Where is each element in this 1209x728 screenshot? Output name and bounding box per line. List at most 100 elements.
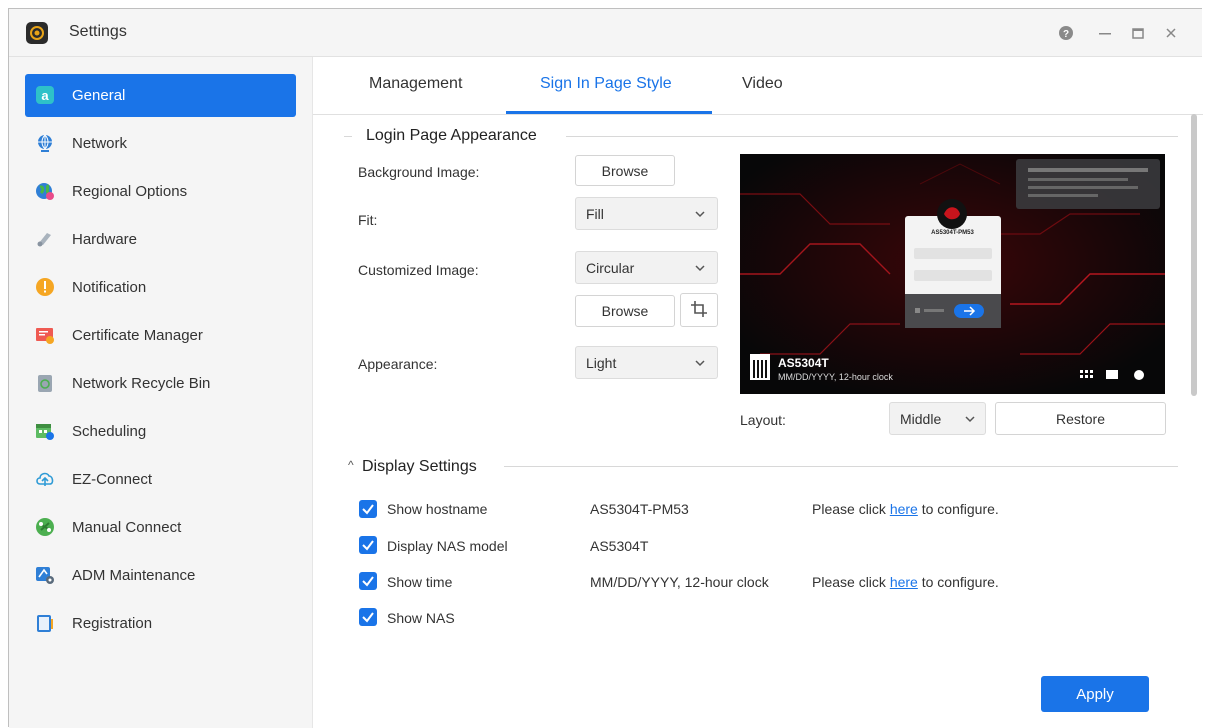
browse-background-button[interactable]: Browse bbox=[575, 155, 675, 186]
hostname-hint: Please click here to configure. bbox=[812, 501, 999, 517]
crop-icon bbox=[689, 299, 709, 322]
show-time-checkbox[interactable] bbox=[359, 572, 377, 590]
tab-video[interactable]: Video bbox=[742, 75, 783, 93]
window-title: Settings bbox=[69, 23, 127, 40]
layout-value: Middle bbox=[900, 411, 942, 427]
section-divider bbox=[504, 466, 1178, 467]
connect-icon bbox=[35, 517, 55, 537]
chevron-down-icon bbox=[693, 261, 707, 275]
sidebar-item-certificate-manager[interactable]: Certificate Manager bbox=[25, 314, 296, 357]
regional-icon bbox=[35, 181, 55, 201]
restore-button[interactable]: Restore bbox=[995, 402, 1166, 435]
layout-label: Layout: bbox=[740, 412, 786, 428]
sidebar-item-label: Network Recycle Bin bbox=[72, 375, 211, 392]
fit-value: Fill bbox=[586, 206, 604, 222]
hint-text: to configure. bbox=[917, 501, 999, 517]
section-divider bbox=[566, 136, 1178, 137]
sidebar-item-scheduling[interactable]: Scheduling bbox=[25, 410, 296, 453]
customized-image-select[interactable]: Circular bbox=[575, 251, 718, 284]
chevron-down-icon bbox=[693, 356, 707, 370]
chevron-down-icon bbox=[693, 207, 707, 221]
fit-label: Fit: bbox=[358, 212, 378, 228]
sidebar-item-regional-options[interactable]: Regional Options bbox=[25, 170, 296, 213]
browse-customized-button[interactable]: Browse bbox=[575, 295, 675, 327]
show-nas-label: Show NAS bbox=[387, 610, 455, 626]
cloud-icon bbox=[35, 469, 55, 489]
calendar-icon bbox=[35, 421, 55, 441]
sidebar-item-network[interactable]: Network bbox=[25, 122, 296, 165]
layout-select[interactable]: Middle bbox=[889, 402, 986, 435]
tab-sign-in-page-style[interactable]: Sign In Page Style bbox=[540, 75, 672, 93]
customized-image-label: Customized Image: bbox=[358, 262, 479, 278]
sidebar-item-adm-maintenance[interactable]: ADM Maintenance bbox=[25, 554, 296, 597]
hostname-value: AS5304T-PM53 bbox=[590, 501, 689, 517]
sidebar-item-label: Manual Connect bbox=[72, 519, 182, 536]
recycle-bin-icon bbox=[35, 373, 55, 393]
svg-text:?: ? bbox=[1063, 29, 1069, 40]
configure-hostname-link[interactable]: here bbox=[890, 501, 918, 517]
sidebar-item-label: Certificate Manager bbox=[72, 327, 203, 344]
notification-icon bbox=[35, 277, 55, 297]
certificate-icon bbox=[35, 325, 55, 345]
hint-text: to configure. bbox=[917, 574, 999, 590]
nas-model-value: AS5304T bbox=[590, 538, 649, 554]
login-page-preview: AS5304T-PM53 AS5304T MM/DD/YYYY, 12-hour… bbox=[740, 154, 1165, 394]
title-bar: Settings ? bbox=[9, 9, 1202, 57]
general-icon: a bbox=[35, 85, 55, 105]
appearance-label: Appearance: bbox=[358, 356, 438, 372]
sidebar-item-network-recycle-bin[interactable]: Network Recycle Bin bbox=[25, 362, 296, 405]
hint-text: Please click bbox=[812, 574, 890, 590]
show-nas-checkbox[interactable] bbox=[359, 608, 377, 626]
maintenance-icon bbox=[35, 565, 55, 585]
time-hint: Please click here to configure. bbox=[812, 574, 999, 590]
sidebar-item-label: Notification bbox=[72, 279, 147, 296]
show-time-label: Show time bbox=[387, 574, 453, 590]
sidebar-item-label: ADM Maintenance bbox=[72, 567, 196, 584]
close-icon[interactable] bbox=[1160, 22, 1182, 44]
sidebar-item-manual-connect[interactable]: Manual Connect bbox=[25, 506, 296, 549]
sidebar-item-label: EZ-Connect bbox=[72, 471, 153, 488]
sidebar-item-ez-connect[interactable]: EZ-Connect bbox=[25, 458, 296, 501]
appearance-select[interactable]: Light bbox=[575, 346, 718, 379]
time-format-value: MM/DD/YYYY, 12-hour clock bbox=[590, 574, 769, 590]
background-image-label: Background Image: bbox=[358, 164, 480, 180]
appearance-value: Light bbox=[586, 355, 617, 371]
sidebar-item-label: Scheduling bbox=[72, 423, 147, 440]
sidebar-item-label: Regional Options bbox=[72, 183, 188, 200]
active-tab-indicator bbox=[506, 111, 712, 114]
crop-button[interactable] bbox=[680, 293, 718, 327]
sidebar: a General Network Regional Options Hardw… bbox=[9, 57, 313, 728]
registration-icon bbox=[35, 613, 55, 633]
login-appearance-heading: Login Page Appearance bbox=[366, 127, 537, 144]
customized-image-value: Circular bbox=[586, 260, 635, 276]
sidebar-item-label: Registration bbox=[72, 615, 153, 632]
sidebar-item-general[interactable]: a General bbox=[25, 74, 296, 117]
apply-button[interactable]: Apply bbox=[1041, 676, 1149, 712]
sidebar-item-notification[interactable]: Notification bbox=[25, 266, 296, 309]
show-hostname-checkbox[interactable] bbox=[359, 500, 377, 518]
maximize-icon[interactable] bbox=[1127, 22, 1149, 44]
preview-model: AS5304T bbox=[778, 356, 829, 370]
configure-time-link[interactable]: here bbox=[890, 574, 918, 590]
collapse-caret-icon[interactable]: ^ bbox=[348, 458, 354, 472]
svg-text:a: a bbox=[41, 88, 49, 103]
tab-management[interactable]: Management bbox=[369, 75, 462, 93]
sidebar-item-label: Network bbox=[72, 135, 128, 152]
sidebar-item-hardware[interactable]: Hardware bbox=[25, 218, 296, 261]
tab-bar: Management Sign In Page Style Video bbox=[313, 57, 1203, 115]
sidebar-item-label: Hardware bbox=[72, 231, 138, 248]
display-settings-heading: Display Settings bbox=[362, 458, 477, 475]
settings-app-icon bbox=[26, 22, 48, 44]
preview-time: MM/DD/YYYY, 12-hour clock bbox=[778, 372, 893, 382]
sidebar-item-registration[interactable]: Registration bbox=[25, 602, 296, 645]
sidebar-item-label: General bbox=[72, 87, 126, 104]
fit-select[interactable]: Fill bbox=[575, 197, 718, 230]
display-nas-model-checkbox[interactable] bbox=[359, 536, 377, 554]
minimize-icon[interactable] bbox=[1094, 22, 1116, 44]
scrollbar-thumb[interactable] bbox=[1191, 114, 1197, 396]
help-icon[interactable]: ? bbox=[1055, 22, 1077, 44]
display-nas-model-label: Display NAS model bbox=[387, 538, 508, 554]
hardware-icon bbox=[35, 229, 55, 249]
section-divider bbox=[344, 136, 352, 137]
globe-icon bbox=[35, 133, 55, 153]
